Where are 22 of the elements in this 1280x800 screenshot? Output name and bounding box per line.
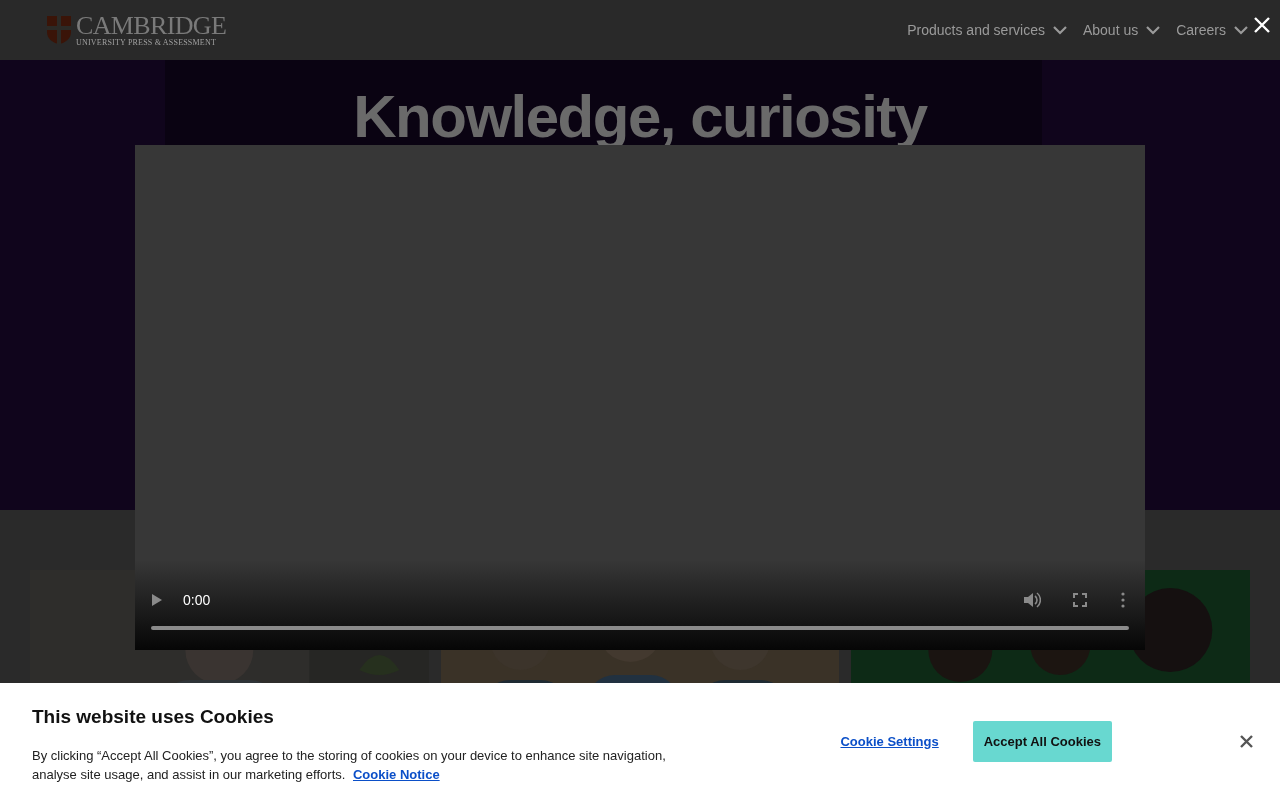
cookie-banner-title: This website uses Cookies	[32, 705, 275, 729]
volume-icon[interactable]	[1023, 592, 1041, 608]
logo-tagline: UNIVERSITY PRESS & ASSESSMENT	[76, 39, 217, 47]
video-player[interactable]: 0:00	[135, 145, 1145, 650]
crest-icon	[46, 15, 72, 45]
video-time: 0:00	[183, 590, 211, 610]
close-icon[interactable]	[1252, 15, 1272, 35]
chevron-down-icon	[1234, 25, 1248, 35]
nav-link[interactable]: About us	[1082, 19, 1161, 41]
close-icon[interactable]	[1238, 733, 1254, 749]
accept-cookies-button[interactable]: Accept All Cookies	[972, 721, 1112, 762]
fullscreen-icon[interactable]	[1073, 593, 1087, 607]
nav-link[interactable]: Products and services	[907, 19, 1067, 41]
play-icon[interactable]	[151, 593, 163, 607]
logo-wordmark: CAMBRIDGE	[76, 13, 227, 39]
chevron-down-icon	[1146, 25, 1161, 35]
cookie-notice-text: By clicking “Accept All Cookies”, you agree to the storing of cookies on your device to enhance site navigation, analyse site usage, and assist in our marketing efforts. Cookie Notice	[32, 746, 667, 784]
nav-link[interactable]: Careers	[1176, 19, 1248, 41]
chevron-down-icon	[1052, 25, 1067, 35]
cookie-notice-link[interactable]: Cookie Notice	[353, 766, 440, 782]
cookie-settings-link[interactable]: Cookie Settings	[840, 731, 939, 752]
more-icon[interactable]	[1121, 592, 1125, 608]
